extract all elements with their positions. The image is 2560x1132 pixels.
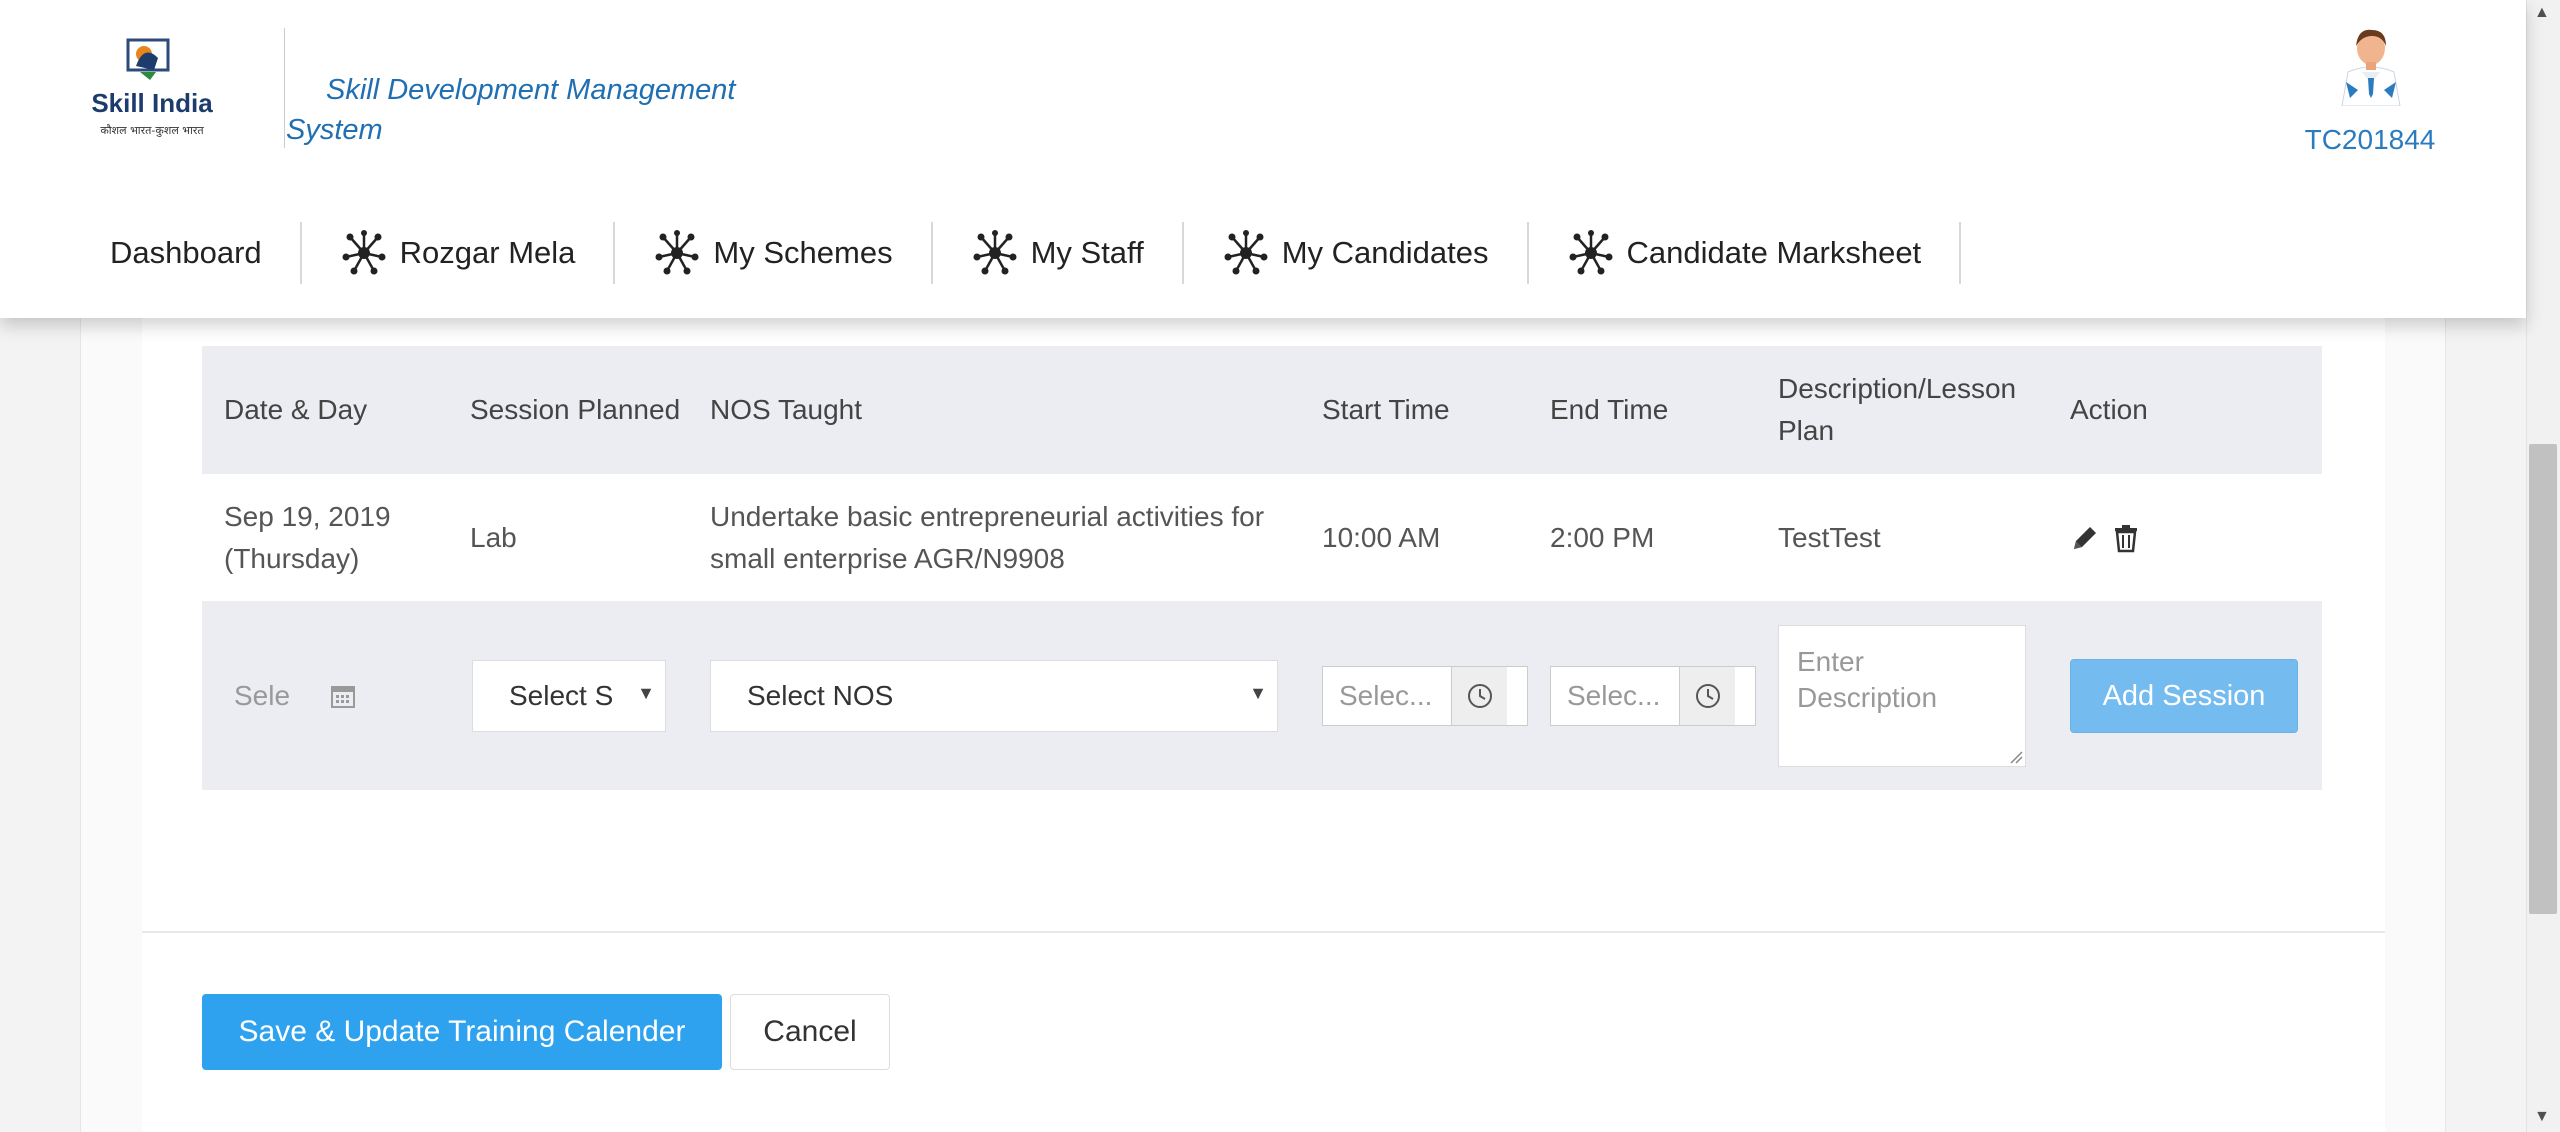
card-divider [142, 931, 2385, 933]
description-wrap: Enter Description [1756, 625, 2048, 767]
pencil-icon[interactable] [2070, 523, 2098, 553]
start-time-placeholder: Selec... [1339, 680, 1433, 711]
network-icon [342, 230, 386, 275]
session-day: (Thursday) [224, 542, 360, 574]
session-select-wrap: Select S ▼ [448, 660, 688, 732]
save-update-button[interactable]: Save & Update Training Calender [202, 994, 722, 1070]
nav-rozgar-mela[interactable]: Rozgar Mela [302, 222, 616, 284]
column-header: Start Time [1322, 394, 1450, 425]
nav-label: My Candidates [1281, 235, 1489, 270]
scroll-down-icon[interactable]: ▼ [2534, 1108, 2550, 1126]
user-avatar-icon[interactable] [2336, 26, 2406, 106]
scrollbar-thumb[interactable] [2529, 444, 2557, 914]
svg-text:Skill India: Skill India [91, 88, 213, 118]
action-cell [2048, 523, 2322, 553]
nav-label: My Staff [1030, 235, 1144, 270]
nav-my-candidates[interactable]: My Candidates [1184, 222, 1529, 284]
session-type: Lab [470, 521, 517, 553]
date-picker[interactable]: Sele [202, 680, 448, 712]
header-separator [284, 28, 285, 148]
scroll-up-icon[interactable]: ▲ [2534, 4, 2550, 22]
column-header: Description/Lesson Plan [1778, 373, 2017, 446]
app-title: Skill Development Management System [286, 74, 736, 146]
session-select[interactable]: Select S ▼ [472, 660, 666, 732]
table-row: Sep 19, 2019 (Thursday) Lab Undertake ba… [202, 474, 2322, 602]
cancel-button[interactable]: Cancel [730, 994, 890, 1070]
calendar-icon[interactable] [330, 683, 356, 709]
add-session-wrap: Add Session [2048, 659, 2322, 733]
column-header: Date & Day [224, 394, 368, 425]
end-time-picker[interactable]: Selec... [1550, 666, 1756, 726]
add-session-row: Sele Select S ▼ Select NOS ▼ Selec... Se… [202, 602, 2322, 790]
end-time: 2:00 PM [1550, 521, 1655, 553]
description-textarea[interactable]: Enter Description [1778, 625, 2026, 767]
end-time-wrap: Selec... [1528, 666, 1756, 726]
nav-my-staff[interactable]: My Staff [933, 222, 1184, 284]
chevron-down-icon: ▼ [1249, 683, 1267, 703]
nos-select-wrap: Select NOS ▼ [688, 660, 1300, 732]
user-id[interactable]: TC201844 [2300, 124, 2440, 156]
clock-icon[interactable] [1679, 667, 1735, 725]
add-session-button[interactable]: Add Session [2070, 659, 2298, 733]
network-icon [655, 230, 699, 275]
nav-my-schemes[interactable]: My Schemes [615, 222, 933, 284]
nos-taught: Undertake basic entrepreneurial activiti… [710, 500, 1265, 574]
clock-icon[interactable] [1451, 667, 1507, 725]
nav-candidate-marksheet[interactable]: Candidate Marksheet [1529, 222, 1962, 284]
start-time-wrap: Selec... [1300, 666, 1528, 726]
network-icon [1224, 230, 1268, 275]
app-header: Skill India कौशल भारत-कुशल भारत Skill De… [0, 0, 2526, 318]
date-cell: Sep 19, 2019 (Thursday) [202, 496, 448, 580]
network-icon [973, 230, 1017, 275]
nos-select[interactable]: Select NOS ▼ [710, 660, 1278, 732]
nav-label: Rozgar Mela [399, 235, 576, 270]
resize-handle-icon[interactable] [2009, 750, 2023, 764]
nav-dashboard[interactable]: Dashboard [88, 222, 302, 284]
column-header: Action [2070, 394, 2148, 425]
session-select-value: Select S [509, 680, 614, 711]
date-placeholder: Sele [234, 680, 291, 711]
column-header: NOS Taught [710, 394, 863, 425]
main-nav: Dashboard Rozgar Mela My Schemes My Staf… [88, 222, 1962, 284]
svg-text:कौशल भारत-कुशल भारत: कौशल भारत-कुशल भारत [100, 124, 204, 137]
nav-label: My Schemes [713, 235, 893, 270]
training-calendar-table: Date & Day Session Planned NOS Taught St… [202, 346, 2322, 790]
end-time-placeholder: Selec... [1567, 680, 1661, 711]
column-header: Session Planned [470, 394, 681, 425]
nav-label: Dashboard [110, 235, 262, 270]
nos-select-value: Select NOS [747, 680, 894, 711]
skill-india-logo[interactable]: Skill India कौशल भारत-कुशल भारत [82, 36, 222, 146]
session-date: Sep 19, 2019 [224, 500, 391, 532]
start-time: 10:00 AM [1322, 521, 1441, 553]
description: TestTest [1778, 521, 1881, 553]
chevron-down-icon: ▼ [637, 683, 655, 703]
nav-label: Candidate Marksheet [1626, 235, 1922, 270]
column-header: End Time [1550, 394, 1669, 425]
network-icon [1569, 230, 1612, 275]
trash-icon[interactable] [2112, 523, 2140, 553]
start-time-picker[interactable]: Selec... [1322, 666, 1528, 726]
table-header: Date & Day Session Planned NOS Taught St… [202, 346, 2322, 474]
description-placeholder: Enter Description [1797, 646, 1938, 713]
